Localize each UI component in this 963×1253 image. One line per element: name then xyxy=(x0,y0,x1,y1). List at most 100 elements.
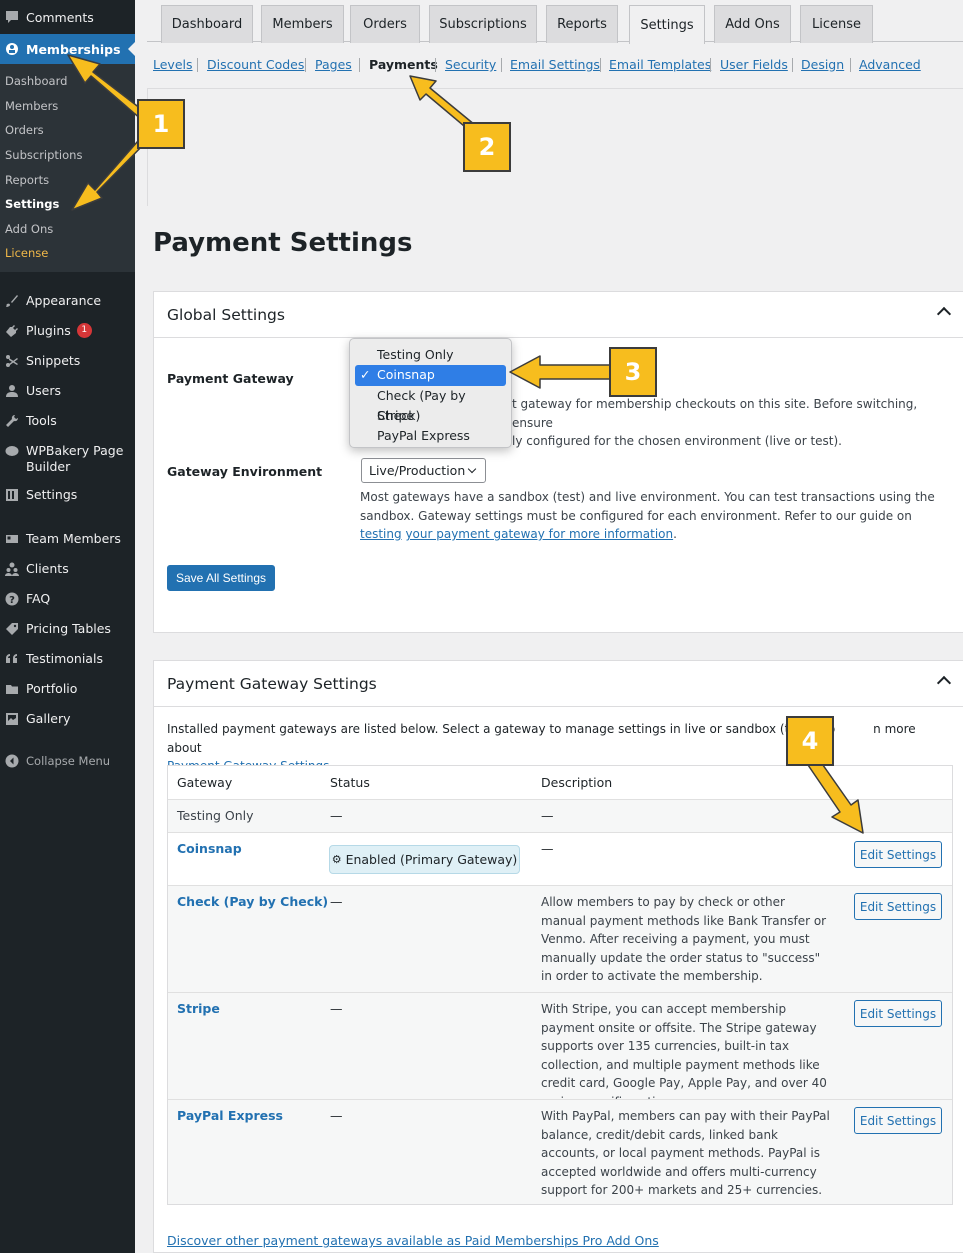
env-desc-text: Most gateways have a sandbox (test) and … xyxy=(360,490,935,504)
sidebar-item-tools[interactable]: Tools xyxy=(0,406,135,436)
page-title: Payment Settings xyxy=(153,228,413,258)
submenu-subscriptions[interactable]: Subscriptions xyxy=(0,143,135,168)
gateway-status: — xyxy=(330,1001,343,1016)
sidebar-item-settings[interactable]: Settings xyxy=(0,480,135,510)
gateway-option-stripe[interactable]: Stripe xyxy=(355,406,506,426)
edit-settings-button[interactable]: Edit Settings xyxy=(854,841,942,868)
testing-guide-link-cont[interactable]: your payment gateway for more informatio… xyxy=(405,527,673,541)
sidebar-item-label: Comments xyxy=(26,9,94,25)
gateway-settings-header[interactable]: Payment Gateway Settings xyxy=(154,661,963,707)
sidebar-item-label: Users xyxy=(26,383,62,399)
sidebar-item-label: Portfolio xyxy=(26,681,78,697)
save-all-settings-button[interactable]: Save All Settings xyxy=(167,565,275,591)
sidebar-item-testimonials[interactable]: Testimonials xyxy=(0,644,135,674)
submenu-add-ons[interactable]: Add Ons xyxy=(0,217,135,242)
gateway-option-coinsnap[interactable]: ✓ Coinsnap xyxy=(355,365,506,386)
sidebar-item-label: Memberships xyxy=(26,41,121,57)
sidebar-item-plugins[interactable]: Plugins 1 xyxy=(0,316,135,346)
sidebar-item-portfolio[interactable]: Portfolio xyxy=(0,674,135,704)
edit-settings-button[interactable]: Edit Settings xyxy=(854,1000,942,1027)
subnav-security[interactable]: Security xyxy=(445,57,496,72)
sidebar-item-clients[interactable]: Clients xyxy=(0,554,135,584)
sidebar-item-gallery[interactable]: Gallery xyxy=(0,704,135,734)
gateway-option-paypal[interactable]: PayPal Express xyxy=(355,426,506,446)
submenu-license[interactable]: License xyxy=(0,241,135,266)
bakery-icon xyxy=(5,444,19,458)
tab-license[interactable]: License xyxy=(800,5,873,43)
subnav-separator xyxy=(600,58,601,72)
sidebar-item-memberships[interactable]: Memberships xyxy=(0,34,135,64)
callout-step-1: 1 xyxy=(137,99,185,149)
subnav-levels[interactable]: Levels xyxy=(153,57,193,72)
tab-reports[interactable]: Reports xyxy=(546,5,618,43)
column-header-description: Description xyxy=(541,775,613,790)
plugin-update-badge: 1 xyxy=(76,323,92,339)
submenu-reports[interactable]: Reports xyxy=(0,167,135,192)
sidebar-item-wpbakery[interactable]: WPBakery Page Builder xyxy=(0,436,135,480)
submenu-orders[interactable]: Orders xyxy=(0,118,135,143)
sidebar-item-users[interactable]: Users xyxy=(0,376,135,406)
sidebar-item-pricing-tables[interactable]: Pricing Tables xyxy=(0,614,135,644)
gateway-environment-select[interactable]: Live/Production xyxy=(361,458,486,483)
column-header-gateway: Gateway xyxy=(177,775,233,790)
tab-settings[interactable]: Settings xyxy=(629,5,705,44)
subnav-separator xyxy=(197,58,198,72)
payment-gateway-dropdown[interactable]: Testing Only ✓ Coinsnap Check (Pay by Che… xyxy=(349,338,512,448)
status-text: Enabled (Primary Gateway) xyxy=(345,852,518,867)
gateway-name-link[interactable]: Check (Pay by Check) xyxy=(177,893,328,912)
subnav-user-fields[interactable]: User Fields xyxy=(720,57,788,72)
gateway-name: Testing Only xyxy=(177,808,254,823)
subnav-email-templates[interactable]: Email Templates xyxy=(609,57,711,72)
option-label: Coinsnap xyxy=(377,367,435,383)
collapse-icon xyxy=(5,754,19,768)
gateway-name-link[interactable]: PayPal Express xyxy=(177,1107,283,1126)
folder-icon xyxy=(5,682,19,696)
subnav-separator xyxy=(850,58,851,72)
subnav-separator xyxy=(710,58,711,72)
gateway-description: With PayPal, members can pay with their … xyxy=(541,1109,830,1197)
sidebar-item-team-members[interactable]: Team Members xyxy=(0,524,135,554)
global-settings-header[interactable]: Global Settings xyxy=(154,292,963,338)
edit-settings-button[interactable]: Edit Settings xyxy=(854,893,942,920)
chevron-up-icon[interactable] xyxy=(936,675,952,691)
table-row: Stripe — With Stripe, you can accept mem… xyxy=(168,992,952,1109)
chevron-up-icon[interactable] xyxy=(936,306,952,322)
submenu-dashboard[interactable]: Dashboard xyxy=(0,69,135,94)
sidebar-item-label: Tools xyxy=(26,413,57,429)
subnav-advanced[interactable]: Advanced xyxy=(859,57,921,72)
submenu-members[interactable]: Members xyxy=(0,94,135,119)
subnav-pages[interactable]: Pages xyxy=(315,57,352,72)
callout-step-2: 2 xyxy=(463,122,511,172)
sidebar-item-faq[interactable]: ? FAQ xyxy=(0,584,135,614)
testing-guide-link[interactable]: testing xyxy=(360,527,402,541)
submenu-settings[interactable]: Settings xyxy=(0,192,135,217)
gateway-name-link[interactable]: Stripe xyxy=(177,1000,220,1019)
env-desc-end: . xyxy=(673,527,677,541)
discover-gateways-link[interactable]: Discover other payment gateways availabl… xyxy=(167,1233,659,1248)
gateway-option-check[interactable]: Check (Pay by Check) xyxy=(355,386,506,423)
subnav-discount-codes[interactable]: Discount Codes xyxy=(207,57,304,72)
gateway-status: — xyxy=(330,808,343,823)
tab-members[interactable]: Members xyxy=(261,5,344,43)
gateway-description: t gateway for membership checkouts on th… xyxy=(512,395,952,451)
sidebar-item-comments[interactable]: Comments xyxy=(0,0,135,34)
subnav-payments[interactable]: Payments xyxy=(369,57,438,72)
tab-orders[interactable]: Orders xyxy=(350,5,420,43)
sidebar-item-appearance[interactable]: Appearance xyxy=(0,286,135,316)
callout-step-4: 4 xyxy=(786,716,834,766)
panel-title: Payment Gateway Settings xyxy=(167,674,377,693)
gateway-name-link[interactable]: Coinsnap xyxy=(177,840,242,859)
payment-gateway-label: Payment Gateway xyxy=(167,371,294,386)
tab-add-ons[interactable]: Add Ons xyxy=(714,5,791,43)
tab-subscriptions[interactable]: Subscriptions xyxy=(429,5,537,43)
subnav-separator xyxy=(305,58,306,72)
tab-dashboard[interactable]: Dashboard xyxy=(161,5,253,43)
sidebar-item-label: Appearance xyxy=(26,293,102,309)
svg-text:?: ? xyxy=(9,595,15,606)
collapse-menu-button[interactable]: Collapse Menu xyxy=(0,746,135,776)
subnav-design[interactable]: Design xyxy=(801,57,844,72)
edit-settings-button[interactable]: Edit Settings xyxy=(854,1107,942,1134)
subnav-email-settings[interactable]: Email Settings xyxy=(510,57,600,72)
gateway-option-testing[interactable]: Testing Only xyxy=(355,345,506,365)
sidebar-item-snippets[interactable]: Snippets xyxy=(0,346,135,376)
